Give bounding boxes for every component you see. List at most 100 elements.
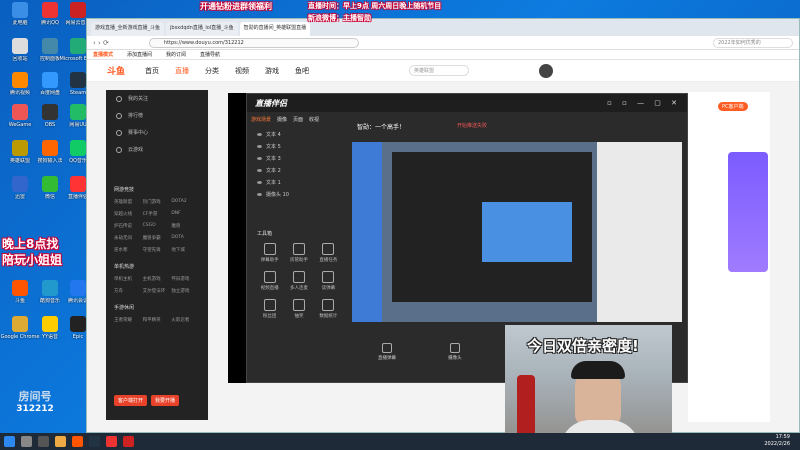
admin-icon (292, 243, 305, 255)
sidebar-item[interactable]: 赛事中心 (106, 124, 208, 141)
layer-item[interactable]: 文本 3 (251, 152, 347, 164)
cloud-icon (116, 146, 122, 153)
tool-label: 直播任务 (319, 258, 338, 263)
douyu-sidebar: 我的关注 排行榜 赛事中心 云游戏 网游竞技 英雄联盟 热门游戏 DOTA2 穿越火… (106, 90, 208, 420)
taskbar (0, 433, 800, 450)
nav-item[interactable]: 首页 (145, 66, 159, 76)
browser-tab[interactable]: 游戏直播_全新游戏直播_斗鱼 (91, 22, 165, 36)
taskview-icon[interactable] (38, 436, 49, 447)
scene-tab[interactable]: 收视 (309, 116, 319, 123)
bookmark[interactable]: 我的订阅 (166, 51, 186, 58)
music-icon (70, 2, 86, 18)
nav-item[interactable]: 视频 (235, 66, 249, 76)
layer-list: 文本 4 文本 5 文本 3 文本 2 文本 1 摄像头 10 工具箱 弹幕助手… (251, 128, 347, 390)
eye-icon[interactable] (257, 144, 262, 148)
room-id: 312212 (16, 404, 54, 414)
tool-button[interactable]: 数据统计 (314, 299, 343, 319)
sidebar-actions: 客户端打开 我要开播 (114, 395, 180, 406)
browser-tab-active[interactable]: 智勋的直播间_英雄联盟直播 (239, 22, 311, 36)
tab-bar: 游戏直播_全新游戏直播_斗鱼 jbsxdqdn直播_lol直播_斗鱼 智勋的直播… (87, 19, 799, 36)
tool-button[interactable]: 弹幕助手 (255, 243, 284, 263)
promo-line1: 开通钻粉进群领福利 (200, 2, 272, 11)
start-icon[interactable] (4, 436, 15, 447)
explorer-icon[interactable] (55, 436, 66, 447)
nav-item[interactable]: 游戏 (265, 66, 279, 76)
browser-tab[interactable]: jbsxdqdn直播_lol直播_斗鱼 (166, 22, 238, 36)
qq-icon (42, 2, 58, 18)
bookmark[interactable]: 直播模式 (93, 51, 113, 58)
preview-inner (482, 202, 572, 262)
nav-item[interactable]: 分类 (205, 66, 219, 76)
toolbox: 弹幕助手 房管助手 直播任务 视频直播 多人连麦 读弹幕 粉丝团 抽奖 数据统计 (251, 237, 347, 325)
scene-tab[interactable]: 游戏场景 (251, 116, 271, 123)
douyu-logo[interactable]: 斗鱼 (107, 64, 125, 77)
category-grid: 英雄联盟 热门游戏 DOTA2 穿越火线 CF手游 DNF 炉石传说 CSGO 魔兽 永劫无… (114, 199, 187, 253)
eye-icon[interactable] (257, 180, 262, 184)
eye-icon[interactable] (257, 132, 262, 136)
room-label: 房间号 (18, 390, 52, 403)
promo-banner-left: 晚上8点找 陪玩小姐姐 (2, 236, 62, 268)
pc-client-button[interactable]: PC客户端 (718, 102, 748, 111)
sidebar-section: 手游休闲 (114, 305, 135, 311)
tool-button[interactable]: 抽奖 (284, 299, 313, 319)
layer-item[interactable]: 文本 4 (251, 128, 347, 140)
tool-button[interactable]: 视频直播 (255, 271, 284, 291)
steam-icon[interactable] (89, 436, 100, 447)
activity-banner[interactable] (728, 152, 768, 272)
preview-canvas[interactable] (352, 142, 682, 322)
layer-label: 摄像头 10 (266, 191, 289, 198)
category-grid: 单机主机 主机游戏 怀旧游戏 方舟 艾尔登法环 独立游戏 (114, 277, 190, 294)
xunlei-icon (12, 176, 28, 192)
video-icon (12, 72, 28, 88)
douyu-icon[interactable] (72, 436, 83, 447)
nav-item[interactable]: 鱼吧 (295, 66, 309, 76)
nav-item[interactable]: 直播 (175, 66, 189, 76)
live-companion-icon (70, 176, 86, 192)
sidebar-item[interactable]: 我的关注 (106, 90, 208, 107)
browser-search[interactable]: 2022年如何优秀的 (713, 37, 793, 48)
eye-icon[interactable] (257, 168, 262, 172)
tool-button[interactable]: 多人连麦 (284, 271, 313, 291)
layer-item[interactable]: 文本 1 (251, 176, 347, 188)
url-field[interactable]: https://www.douyu.com/312212 (148, 37, 359, 48)
bookmark[interactable]: 添加直播间 (127, 51, 152, 58)
search-icon[interactable] (21, 436, 32, 447)
tool-button[interactable]: 读弹幕 (314, 271, 343, 291)
app-icon[interactable] (123, 436, 134, 447)
task-icon (322, 243, 335, 255)
rank-icon (116, 112, 122, 119)
tool-button[interactable]: 直播任务 (314, 243, 343, 263)
eye-icon[interactable] (257, 192, 262, 196)
control-panel-icon (42, 38, 58, 54)
open-client-button[interactable]: 客户端打开 (114, 395, 148, 406)
window-controls-icon[interactable]: ▫ ▫ — ▢ ✕ (607, 99, 681, 107)
meeting-icon (70, 280, 86, 296)
bottom-label: 直播弹幕 (378, 356, 397, 361)
avatar[interactable] (539, 63, 554, 78)
epic-icon (70, 316, 86, 332)
bottom-button[interactable]: 直播弹幕 (378, 343, 396, 361)
tool-button[interactable]: 房管助手 (284, 243, 313, 263)
tool-button[interactable]: 粉丝团 (255, 299, 284, 319)
layer-label: 文本 4 (266, 131, 281, 138)
clock-time: 17:59 (775, 434, 790, 440)
bottom-button[interactable]: 摄像头 (448, 343, 462, 361)
scene-tabs: 游戏场景 摄像 页面 收视 (251, 116, 319, 123)
scene-tab[interactable]: 页面 (293, 116, 303, 123)
douyu-search[interactable]: 英雄联盟 (409, 65, 470, 76)
layer-item[interactable]: 文本 2 (251, 164, 347, 176)
sidebar-item[interactable]: 排行榜 (106, 107, 208, 124)
app-icon[interactable] (106, 436, 117, 447)
layer-item[interactable]: 摄像头 10 (251, 188, 347, 200)
bookmark[interactable]: 直播导航 (200, 51, 220, 58)
eye-icon[interactable] (257, 156, 262, 160)
edge-icon (70, 38, 86, 54)
scene-tab[interactable]: 摄像 (277, 116, 287, 123)
sidebar-item[interactable]: 云游戏 (106, 141, 208, 158)
heart-icon (116, 95, 122, 102)
clock[interactable]: 17:59 2022/2/26 (764, 434, 790, 448)
back-icon[interactable]: ‹ › ⟳ (93, 39, 109, 47)
layer-item[interactable]: 文本 5 (251, 140, 347, 152)
toolbox-header: 工具箱 (257, 231, 273, 237)
start-live-button[interactable]: 我要开播 (151, 395, 180, 406)
